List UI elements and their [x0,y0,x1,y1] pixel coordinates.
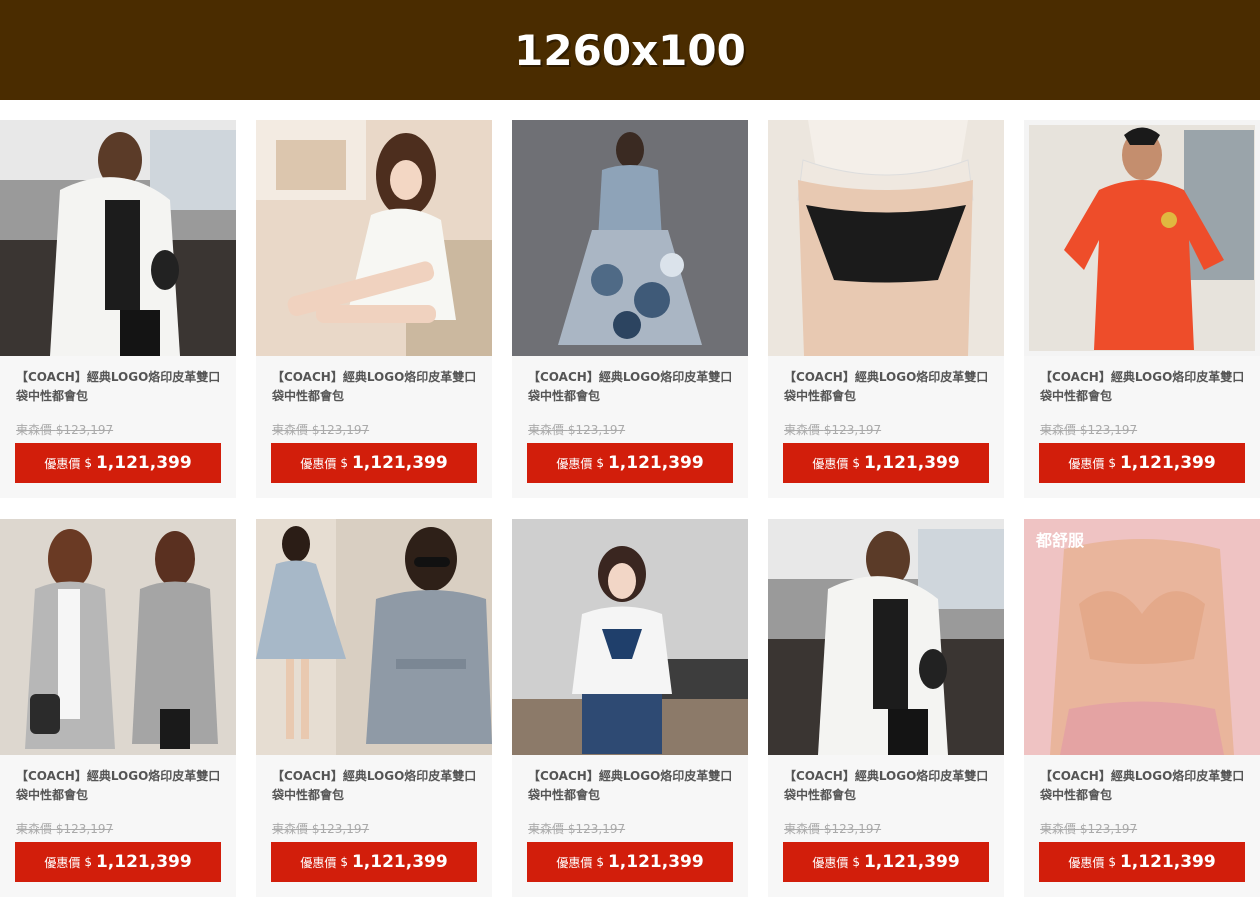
product-image[interactable] [768,120,1004,356]
sale-price: 1,121,399 [1119,852,1216,872]
original-price: 東森價 $123,197 [528,822,626,836]
currency-symbol: $ [340,456,348,470]
currency-symbol: $ [340,855,348,869]
currency-symbol: $ [596,855,604,869]
product-image[interactable] [256,519,492,755]
product-card[interactable]: 【COACH】經典LOGO烙印皮革雙口袋中性都會包 東森價 $123,197 優… [0,519,236,897]
product-card[interactable]: 【COACH】經典LOGO烙印皮革雙口袋中性都會包 東森價 $123,197 優… [512,120,748,498]
sale-price: 1,121,399 [351,453,448,473]
original-price: 東森價 $123,197 [528,423,626,437]
original-price: 東森價 $123,197 [1040,423,1138,437]
product-card[interactable]: 【COACH】經典LOGO烙印皮革雙口袋中性都會包 東森價 $123,197 優… [768,120,1004,498]
product-title[interactable]: 【COACH】經典LOGO烙印皮革雙口袋中性都會包 [1040,368,1250,406]
price-label: 優惠價 [44,855,81,870]
original-price: 東森價 $123,197 [1040,822,1138,836]
price-label: 優惠價 [812,855,849,870]
product-card[interactable]: 【COACH】經典LOGO烙印皮革雙口袋中性都會包 東森價 $123,197 優… [256,120,492,498]
product-title[interactable]: 【COACH】經典LOGO烙印皮革雙口袋中性都會包 [16,368,226,406]
original-price: 東森價 $123,197 [272,822,370,836]
original-price: 東森價 $123,197 [272,423,370,437]
product-card[interactable]: 【COACH】經典LOGO烙印皮革雙口袋中性都會包 東森價 $123,197 優… [256,519,492,897]
product-card[interactable]: 【COACH】經典LOGO烙印皮革雙口袋中性都會包 東森價 $123,197 優… [1024,120,1260,498]
product-title[interactable]: 【COACH】經典LOGO烙印皮革雙口袋中性都會包 [528,368,738,406]
product-title[interactable]: 【COACH】經典LOGO烙印皮革雙口袋中性都會包 [528,767,738,805]
sale-price: 1,121,399 [351,852,448,872]
price-button[interactable]: 優惠價 $ 1,121,399 [15,842,221,882]
price-button[interactable]: 優惠價 $ 1,121,399 [1039,443,1245,483]
price-button[interactable]: 優惠價 $ 1,121,399 [527,842,733,882]
currency-symbol: $ [596,456,604,470]
price-button[interactable]: 優惠價 $ 1,121,399 [527,443,733,483]
product-card[interactable]: 【COACH】經典LOGO烙印皮革雙口袋中性都會包 東森價 $123,197 優… [512,519,748,897]
product-image[interactable] [512,519,748,755]
product-card[interactable]: 【COACH】經典LOGO烙印皮革雙口袋中性都會包 東森價 $123,197 優… [0,120,236,498]
product-title[interactable]: 【COACH】經典LOGO烙印皮革雙口袋中性都會包 [1040,767,1250,805]
sale-price: 1,121,399 [863,453,960,473]
price-button[interactable]: 優惠價 $ 1,121,399 [783,443,989,483]
price-button[interactable]: 優惠價 $ 1,121,399 [1039,842,1245,882]
sale-price: 1,121,399 [607,852,704,872]
price-button[interactable]: 優惠價 $ 1,121,399 [783,842,989,882]
overlay-text: 都舒服 [1036,531,1085,550]
original-price: 東森價 $123,197 [16,822,114,836]
product-image[interactable] [0,120,236,356]
price-label: 優惠價 [1068,855,1105,870]
currency-symbol: $ [852,456,860,470]
price-button[interactable]: 優惠價 $ 1,121,399 [271,842,477,882]
product-title[interactable]: 【COACH】經典LOGO烙印皮革雙口袋中性都會包 [272,767,482,805]
banner-text: 1260x100 [514,25,746,75]
sale-price: 1,121,399 [95,852,192,872]
product-image[interactable]: 都舒服 [1024,519,1260,755]
product-image[interactable] [512,120,748,356]
price-label: 優惠價 [812,456,849,471]
sale-price: 1,121,399 [1119,453,1216,473]
sale-price: 1,121,399 [95,453,192,473]
sale-price: 1,121,399 [607,453,704,473]
product-title[interactable]: 【COACH】經典LOGO烙印皮革雙口袋中性都會包 [784,767,994,805]
product-image[interactable] [0,519,236,755]
currency-symbol: $ [1108,855,1116,869]
product-image[interactable] [256,120,492,356]
original-price: 東森價 $123,197 [16,423,114,437]
currency-symbol: $ [84,855,92,869]
product-image[interactable] [1024,120,1260,356]
product-title[interactable]: 【COACH】經典LOGO烙印皮革雙口袋中性都會包 [16,767,226,805]
original-price: 東森價 $123,197 [784,822,882,836]
original-price: 東森價 $123,197 [784,423,882,437]
price-button[interactable]: 優惠價 $ 1,121,399 [271,443,477,483]
product-title[interactable]: 【COACH】經典LOGO烙印皮革雙口袋中性都會包 [272,368,482,406]
price-label: 優惠價 [300,456,337,471]
price-label: 優惠價 [44,456,81,471]
price-label: 優惠價 [300,855,337,870]
product-title[interactable]: 【COACH】經典LOGO烙印皮革雙口袋中性都會包 [784,368,994,406]
currency-symbol: $ [852,855,860,869]
currency-symbol: $ [1108,456,1116,470]
currency-symbol: $ [84,456,92,470]
top-banner[interactable]: 1260x100 [0,0,1260,100]
product-image[interactable] [768,519,1004,755]
price-label: 優惠價 [556,456,593,471]
product-card[interactable]: 【COACH】經典LOGO烙印皮革雙口袋中性都會包 東森價 $123,197 優… [768,519,1004,897]
price-button[interactable]: 優惠價 $ 1,121,399 [15,443,221,483]
price-label: 優惠價 [556,855,593,870]
price-label: 優惠價 [1068,456,1105,471]
product-card[interactable]: 都舒服 【COACH】經典LOGO烙印皮革雙口袋中性都會包 東森價 $123,1… [1024,519,1260,897]
sale-price: 1,121,399 [863,852,960,872]
